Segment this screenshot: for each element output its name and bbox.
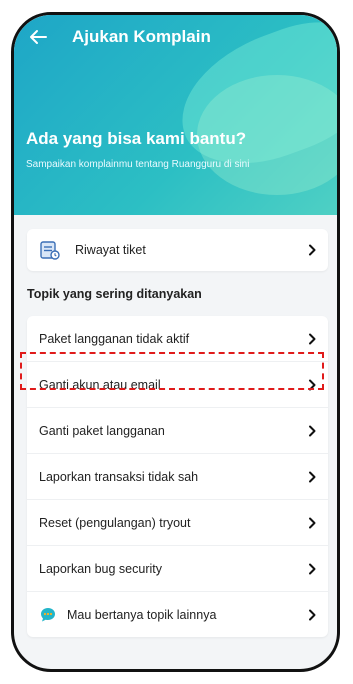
faq-item-topik-lainnya[interactable]: Mau bertanya topik lainnya — [27, 592, 328, 637]
chevron-right-icon — [309, 425, 316, 436]
phone-frame: Ajukan Komplain Ada yang bisa kami bantu… — [11, 12, 340, 672]
chevron-right-icon — [309, 333, 316, 344]
ticket-history-card[interactable]: Riwayat tiket — [27, 229, 328, 271]
faq-item-bug-security[interactable]: Laporkan bug security — [27, 546, 328, 591]
chat-bubble-icon — [41, 607, 55, 621]
faq-item-label: Ganti paket langganan — [39, 423, 165, 438]
back-arrow-icon[interactable] — [26, 25, 50, 49]
help-headline: Ada yang bisa kami bantu? — [26, 129, 247, 148]
chevron-right-icon — [309, 563, 316, 574]
chevron-right-icon — [309, 471, 316, 482]
faq-item-ganti-akun[interactable]: Ganti akun atau email — [27, 362, 328, 407]
faq-item-reset-tryout[interactable]: Reset (pengulangan) tryout — [27, 500, 328, 545]
faq-item-label: Reset (pengulangan) tryout — [39, 515, 191, 530]
faq-item-label: Paket langganan tidak aktif — [39, 331, 190, 346]
faq-section-title: Topik yang sering ditanyakan — [27, 287, 202, 301]
faq-item-paket-tidak-aktif[interactable]: Paket langganan tidak aktif — [27, 316, 328, 361]
page-title: Ajukan Komplain — [72, 27, 211, 46]
chevron-right-icon — [309, 517, 316, 528]
header-banner: Ajukan Komplain Ada yang bisa kami bantu… — [14, 15, 337, 215]
help-subline: Sampaikan komplainmu tentang Ruangguru d… — [26, 159, 250, 170]
ticket-history-row[interactable]: Riwayat tiket — [27, 229, 328, 271]
chevron-right-icon — [309, 609, 316, 620]
faq-list: Paket langganan tidak aktif Ganti akun a… — [27, 316, 328, 637]
top-bar: Ajukan Komplain — [14, 15, 337, 65]
faq-item-transaksi-tidak-sah[interactable]: Laporkan transaksi tidak sah — [27, 454, 328, 499]
faq-item-label: Laporkan bug security — [39, 561, 162, 576]
faq-item-label: Mau bertanya topik lainnya — [67, 607, 217, 622]
ticket-icon — [40, 241, 60, 260]
ticket-history-label: Riwayat tiket — [75, 243, 146, 257]
chevron-right-icon — [309, 244, 316, 256]
faq-item-label: Ganti akun atau email — [39, 377, 161, 392]
chevron-right-icon — [309, 379, 316, 390]
faq-item-ganti-paket[interactable]: Ganti paket langganan — [27, 408, 328, 453]
faq-item-label: Laporkan transaksi tidak sah — [39, 469, 199, 484]
